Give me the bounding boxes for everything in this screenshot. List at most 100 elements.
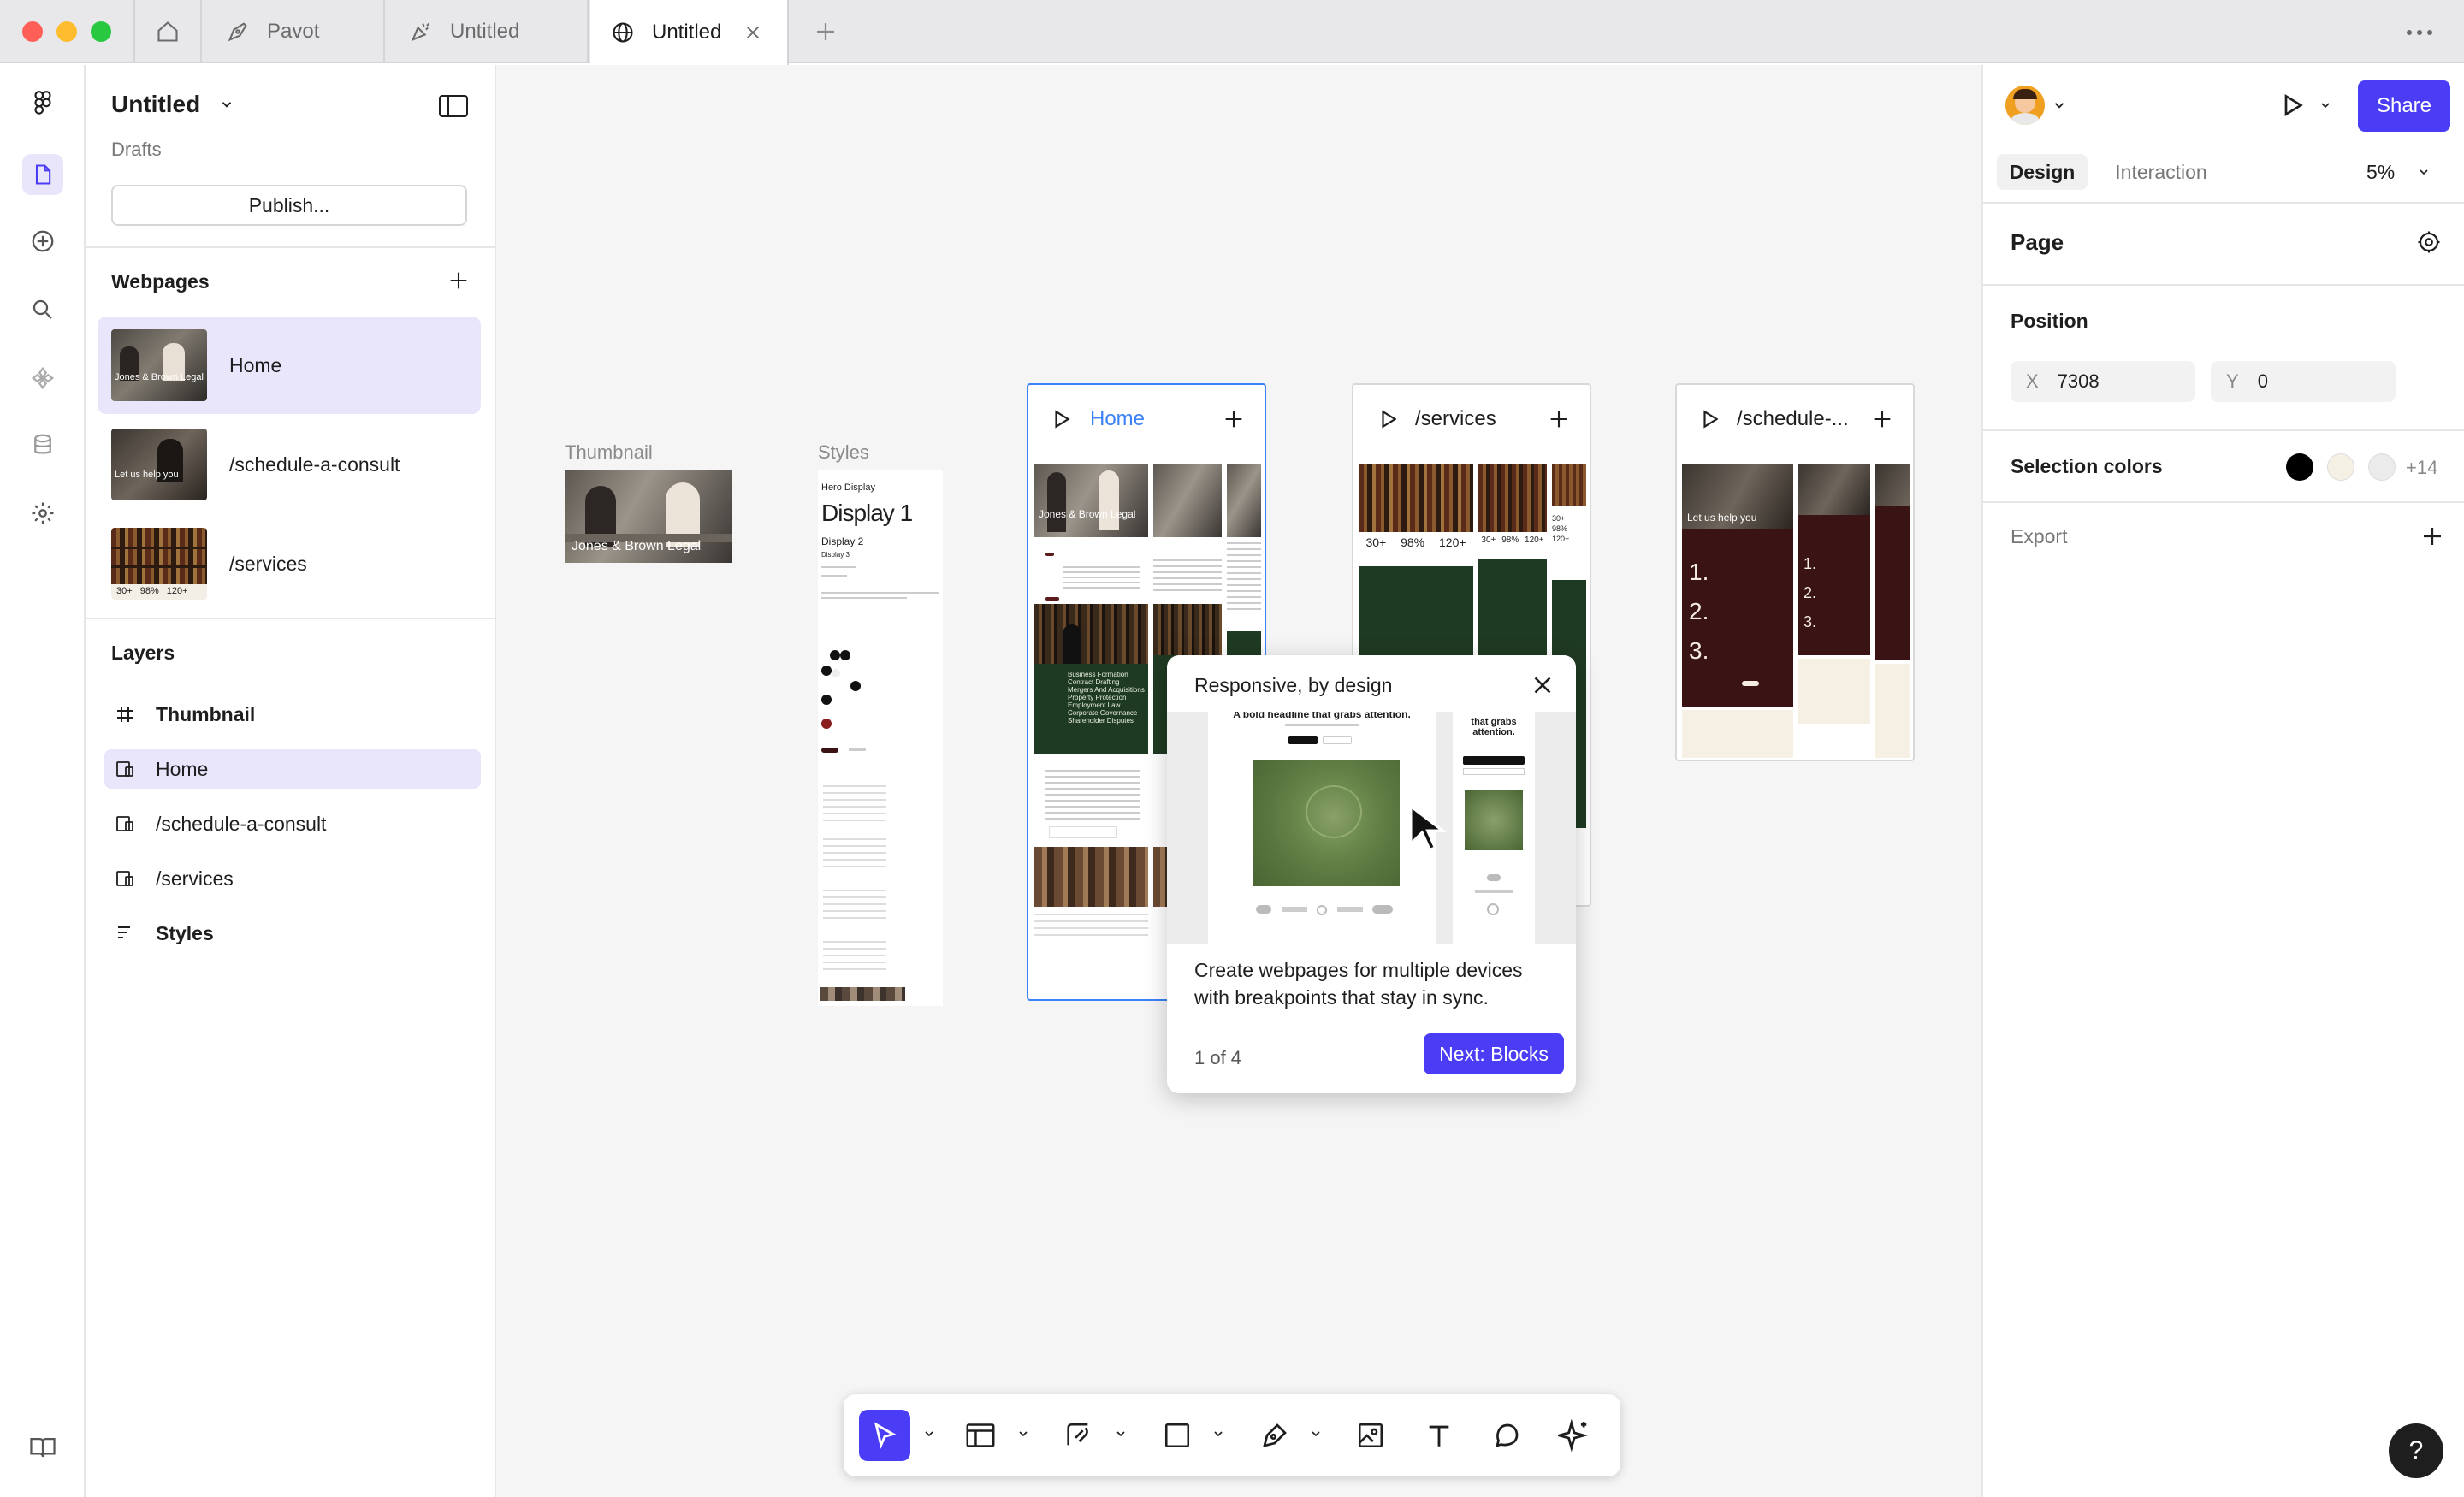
zoom-control[interactable]: 5% <box>2366 154 2431 190</box>
layout-tool[interactable] <box>955 1410 1006 1461</box>
close-tab-icon[interactable] <box>743 23 762 42</box>
webpage-item-home[interactable]: Jones & Brown Legal Home <box>98 317 481 414</box>
tab-untitled-active[interactable]: Untitled <box>590 0 789 65</box>
selection-color-swatch[interactable] <box>2368 453 2396 481</box>
components-button[interactable] <box>22 358 63 399</box>
maximize-window-button[interactable] <box>91 21 111 42</box>
minimize-window-button[interactable] <box>56 21 77 42</box>
play-icon[interactable] <box>1377 407 1400 431</box>
thumbnail-frame-label[interactable]: Thumbnail <box>565 441 653 464</box>
services-stat: 30+ <box>1481 535 1496 545</box>
home-hero-text: Jones & Brown Legal <box>1039 508 1136 520</box>
tab-pavot[interactable]: Pavot <box>204 0 385 63</box>
breakpoint-label: /services <box>1415 407 1496 430</box>
move-tool-menu[interactable] <box>921 1425 938 1442</box>
popover-preview: A bold headline that grabs attention. th… <box>1167 712 1576 944</box>
tab-untitled-1[interactable]: Untitled <box>387 0 589 63</box>
toggle-panel-button[interactable] <box>438 94 469 120</box>
search-button[interactable] <box>22 289 63 330</box>
layout-tool-menu[interactable] <box>1015 1425 1032 1442</box>
pages-tool-button[interactable] <box>22 154 63 195</box>
add-breakpoint-icon[interactable] <box>1547 407 1571 431</box>
next-blocks-button[interactable]: Next: Blocks <box>1424 1033 1564 1074</box>
play-icon[interactable] <box>1699 407 1721 431</box>
play-icon <box>2284 93 2303 117</box>
tool-rail <box>0 65 86 1497</box>
selection-color-swatch[interactable] <box>2286 453 2313 481</box>
move-tool[interactable] <box>859 1410 910 1461</box>
add-breakpoint-icon[interactable] <box>1870 407 1894 431</box>
help-button[interactable]: ? <box>2389 1423 2443 1478</box>
settings-button[interactable] <box>22 493 63 534</box>
text-tool[interactable] <box>1413 1410 1465 1461</box>
schedule-breakpoint-frame[interactable]: /schedule-... Let us help you 1. 2. 3. 1… <box>1675 383 1915 761</box>
add-export-button[interactable] <box>2420 524 2445 549</box>
x-position-input[interactable]: X 7308 <box>2011 361 2195 402</box>
close-window-button[interactable] <box>22 21 43 42</box>
layer-schedule[interactable]: /schedule-a-consult <box>104 804 481 843</box>
link-tool-menu[interactable] <box>1112 1425 1129 1442</box>
y-position-input[interactable]: Y 0 <box>2211 361 2396 402</box>
layer-thumbnail[interactable]: Thumbnail <box>104 695 481 734</box>
layer-styles[interactable]: Styles <box>104 914 481 953</box>
preview-menu[interactable] <box>2279 91 2332 120</box>
share-button[interactable]: Share <box>2358 80 2450 132</box>
thumbnail-frame[interactable]: Jones & Brown Legal <box>565 470 732 563</box>
image-tool[interactable] <box>1345 1410 1396 1461</box>
services-stat: 98% <box>1502 535 1519 545</box>
play-icon[interactable] <box>1051 407 1073 431</box>
breakpoint-icon <box>116 816 133 831</box>
sparkle-icon <box>1558 1419 1589 1452</box>
file-title-menu[interactable]: Untitled <box>111 91 234 118</box>
webpage-thumbnail: 30+ 98% 120+ <box>111 528 207 600</box>
layer-label: /schedule-a-consult <box>156 812 327 835</box>
more-colors-count[interactable]: +14 <box>2406 457 2437 479</box>
thumbnail-caption: Jones & Brown Legal <box>115 372 204 382</box>
cms-button[interactable] <box>22 424 63 465</box>
webpage-label: Home <box>229 353 282 376</box>
rectangle-tool[interactable] <box>1152 1410 1203 1461</box>
search-icon <box>33 299 52 319</box>
schedule-hero-text: Let us help you <box>1687 512 1757 524</box>
webpage-item-schedule[interactable]: Let us help you /schedule-a-consult <box>98 416 481 513</box>
webpage-item-services[interactable]: 30+ 98% 120+ /services <box>98 515 481 612</box>
divider <box>1983 429 2464 431</box>
breakpoint-icon <box>116 871 133 886</box>
layer-home[interactable]: Home <box>104 749 481 789</box>
resources-button[interactable] <box>22 1427 63 1468</box>
publish-button[interactable]: Publish... <box>111 185 467 226</box>
main-menu-button[interactable] <box>22 84 63 125</box>
link-tool[interactable] <box>1052 1410 1104 1461</box>
tab-design[interactable]: Design <box>1997 154 2088 190</box>
layer-label: Thumbnail <box>156 702 256 725</box>
thumbnail-caption: Let us help you <box>115 470 179 480</box>
add-webpage-button[interactable] <box>447 269 471 293</box>
schedule-step: 2. <box>1689 598 1709 624</box>
pen-tool[interactable] <box>1249 1410 1300 1461</box>
insert-button[interactable] <box>22 221 63 262</box>
tab-interaction[interactable]: Interaction <box>2100 154 2223 190</box>
styles-frame-label[interactable]: Styles <box>818 441 869 464</box>
close-icon <box>1534 677 1551 694</box>
chevron-down-icon <box>1214 1431 1223 1437</box>
new-tab-button[interactable] <box>813 19 838 44</box>
user-menu[interactable] <box>2005 86 2067 125</box>
pen-tool-menu[interactable] <box>1307 1425 1324 1442</box>
home-tab[interactable] <box>133 0 202 63</box>
page-settings-button[interactable] <box>2416 229 2443 257</box>
comment-icon <box>1496 1423 1519 1448</box>
selection-color-swatch[interactable] <box>2327 453 2354 481</box>
shape-tool-menu[interactable] <box>1210 1425 1227 1442</box>
home-services-list: Business Formation Contract Drafting Mer… <box>1068 671 1145 725</box>
more-menu-button[interactable] <box>2401 21 2438 44</box>
pen-icon <box>1263 1423 1287 1447</box>
layer-services[interactable]: /services <box>104 859 481 898</box>
add-breakpoint-icon[interactable] <box>1222 407 1246 431</box>
ai-tool[interactable] <box>1549 1410 1600 1461</box>
comment-tool[interactable] <box>1482 1410 1533 1461</box>
services-stat: 120+ <box>1525 535 1544 545</box>
close-popover-button[interactable] <box>1528 671 1557 700</box>
styles-frame[interactable]: Hero Display Display 1 Display 2 Display… <box>818 470 943 1006</box>
x-value: 7308 <box>2057 370 2100 392</box>
globe-icon <box>613 22 633 43</box>
